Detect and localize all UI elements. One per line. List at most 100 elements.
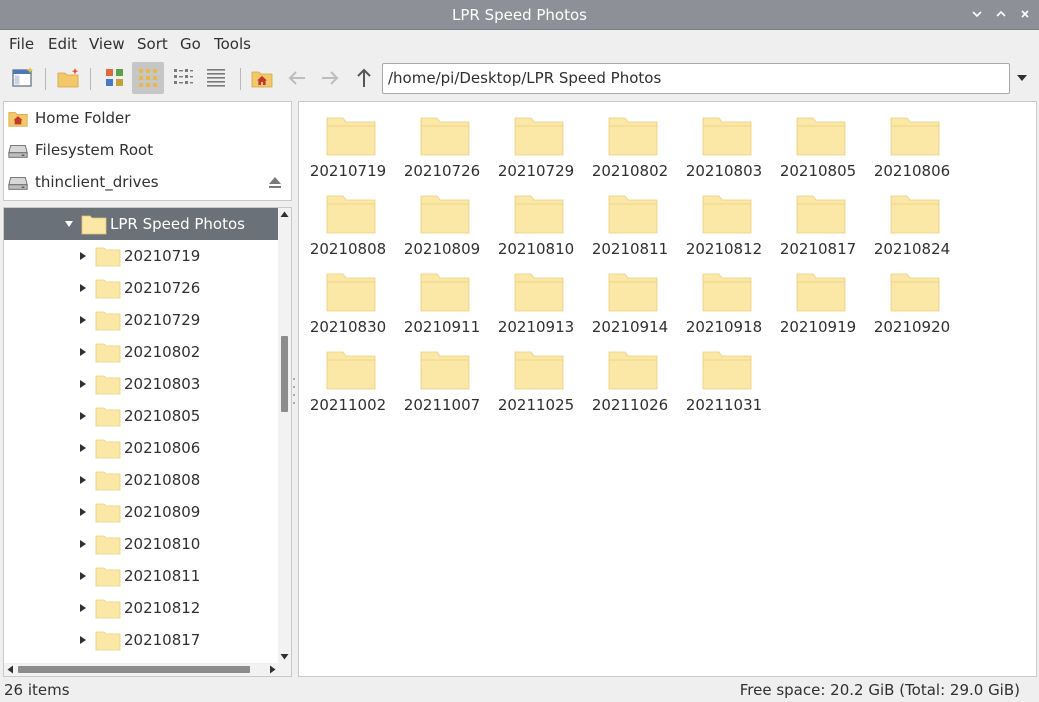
tree-item[interactable]: 20210808 (4, 464, 279, 496)
tree-item[interactable]: 20210802 (4, 336, 279, 368)
view-thumbnail-button[interactable] (99, 62, 131, 94)
expander-open-icon[interactable] (62, 217, 76, 231)
folder-item[interactable]: 20210726 (395, 104, 485, 180)
expander-closed-icon[interactable] (76, 313, 90, 327)
view-compact-button[interactable] (167, 62, 199, 94)
view-icon-button[interactable] (132, 62, 164, 94)
expander-closed-icon[interactable] (76, 249, 90, 263)
tree-item[interactable]: 20210817 (4, 624, 279, 656)
scroll-down-arrow-icon[interactable] (280, 652, 289, 661)
new-window-button[interactable] (7, 62, 39, 94)
tree-vertical-scrollbar[interactable] (278, 208, 291, 663)
tree-item[interactable]: 20210806 (4, 432, 279, 464)
expander-closed-icon[interactable] (76, 633, 90, 647)
new-folder-icon (57, 68, 79, 88)
eject-icon[interactable] (267, 174, 283, 190)
scroll-right-arrow-icon[interactable] (268, 665, 277, 674)
folder-icon (420, 192, 470, 234)
tree-item[interactable]: 20210726 (4, 272, 279, 304)
tree-item[interactable]: 20210811 (4, 560, 279, 592)
folder-item[interactable]: 20211031 (677, 338, 767, 414)
folder-item[interactable]: 20210911 (395, 260, 485, 336)
folder-item[interactable]: 20210920 (865, 260, 955, 336)
folder-item[interactable]: 20210817 (771, 182, 861, 258)
expander-closed-icon[interactable] (76, 473, 90, 487)
folder-item[interactable]: 20210914 (583, 260, 673, 336)
scroll-up-arrow-icon[interactable] (280, 210, 289, 219)
folder-label: 20210729 (497, 162, 575, 180)
folder-item[interactable]: 20210802 (583, 104, 673, 180)
path-history-dropdown[interactable] (1012, 68, 1032, 88)
folder-item[interactable]: 20210919 (771, 260, 861, 336)
folder-item[interactable]: 20210824 (865, 182, 955, 258)
folder-item[interactable]: 20210830 (301, 260, 391, 336)
expander-closed-icon[interactable] (76, 569, 90, 583)
tree-horizontal-scroll-thumb[interactable] (18, 666, 250, 673)
expander-closed-icon[interactable] (76, 345, 90, 359)
folder-item[interactable]: 20210729 (489, 104, 579, 180)
folder-item[interactable]: 20210808 (301, 182, 391, 258)
place-filesystem-root[interactable]: Filesystem Root (6, 135, 289, 165)
place-thinclient-drives[interactable]: thinclient_drives (6, 167, 289, 197)
tree-item[interactable]: 20210809 (4, 496, 279, 528)
folder-item[interactable]: 20210809 (395, 182, 485, 258)
folder-item[interactable]: 20210913 (489, 260, 579, 336)
tree-vertical-scroll-thumb[interactable] (281, 336, 288, 412)
toolbar-separator (240, 68, 241, 90)
folder-item[interactable]: 20211007 (395, 338, 485, 414)
folder-icon (608, 270, 658, 312)
new-folder-button[interactable] (52, 62, 84, 94)
tree-item[interactable]: 20210812 (4, 592, 279, 624)
pane-splitter-handle[interactable] (292, 378, 295, 404)
menu-tools[interactable]: Tools (214, 35, 251, 53)
folder-item[interactable]: 20211002 (301, 338, 391, 414)
expander-closed-icon[interactable] (76, 441, 90, 455)
close-button[interactable] (1016, 5, 1034, 23)
folder-icon (514, 348, 564, 390)
tree-item[interactable]: 20210824 (4, 656, 279, 663)
menu-go[interactable]: Go (180, 35, 201, 53)
expander-closed-icon[interactable] (76, 281, 90, 295)
tree-item[interactable]: 20210810 (4, 528, 279, 560)
folder-item[interactable]: 20210810 (489, 182, 579, 258)
tree-horizontal-scrollbar[interactable] (4, 663, 291, 676)
path-input[interactable]: /home/pi/Desktop/LPR Speed Photos (382, 63, 1010, 94)
folder-item[interactable]: 20210918 (677, 260, 767, 336)
menu-file[interactable]: File (9, 35, 34, 53)
tree-item-label: 20210802 (124, 343, 201, 361)
up-button[interactable] (348, 62, 380, 94)
view-list-button[interactable] (200, 62, 232, 94)
place-home-folder[interactable]: Home Folder (6, 103, 289, 133)
menu-view[interactable]: View (89, 35, 125, 53)
folder-item[interactable]: 20211025 (489, 338, 579, 414)
tree-item[interactable]: 20210729 (4, 304, 279, 336)
folder-item[interactable]: 20210811 (583, 182, 673, 258)
folder-icon (796, 114, 846, 156)
tree-item[interactable]: 20210803 (4, 368, 279, 400)
menu-edit[interactable]: Edit (48, 35, 77, 53)
folder-item[interactable]: 20210803 (677, 104, 767, 180)
folder-item[interactable]: 20210812 (677, 182, 767, 258)
expander-closed-icon[interactable] (76, 537, 90, 551)
folder-item[interactable]: 20210805 (771, 104, 861, 180)
folder-icon (608, 114, 658, 156)
menu-sort[interactable]: Sort (137, 35, 168, 53)
forward-button[interactable] (314, 62, 346, 94)
maximize-button[interactable] (992, 5, 1010, 23)
folder-item[interactable]: 20210719 (301, 104, 391, 180)
home-button[interactable] (246, 62, 278, 94)
expander-closed-icon[interactable] (76, 601, 90, 615)
folder-item[interactable]: 20210806 (865, 104, 955, 180)
folder-icon (95, 373, 121, 395)
tree-item[interactable]: 20210805 (4, 400, 279, 432)
folder-icon (95, 405, 121, 427)
scroll-left-arrow-icon[interactable] (6, 665, 15, 674)
expander-closed-icon[interactable] (76, 377, 90, 391)
back-button[interactable] (281, 62, 313, 94)
tree-item-selected[interactable]: LPR Speed Photos (4, 208, 279, 240)
tree-item[interactable]: 20210719 (4, 240, 279, 272)
expander-closed-icon[interactable] (76, 505, 90, 519)
folder-item[interactable]: 20211026 (583, 338, 673, 414)
expander-closed-icon[interactable] (76, 409, 90, 423)
minimize-button[interactable] (968, 5, 986, 23)
